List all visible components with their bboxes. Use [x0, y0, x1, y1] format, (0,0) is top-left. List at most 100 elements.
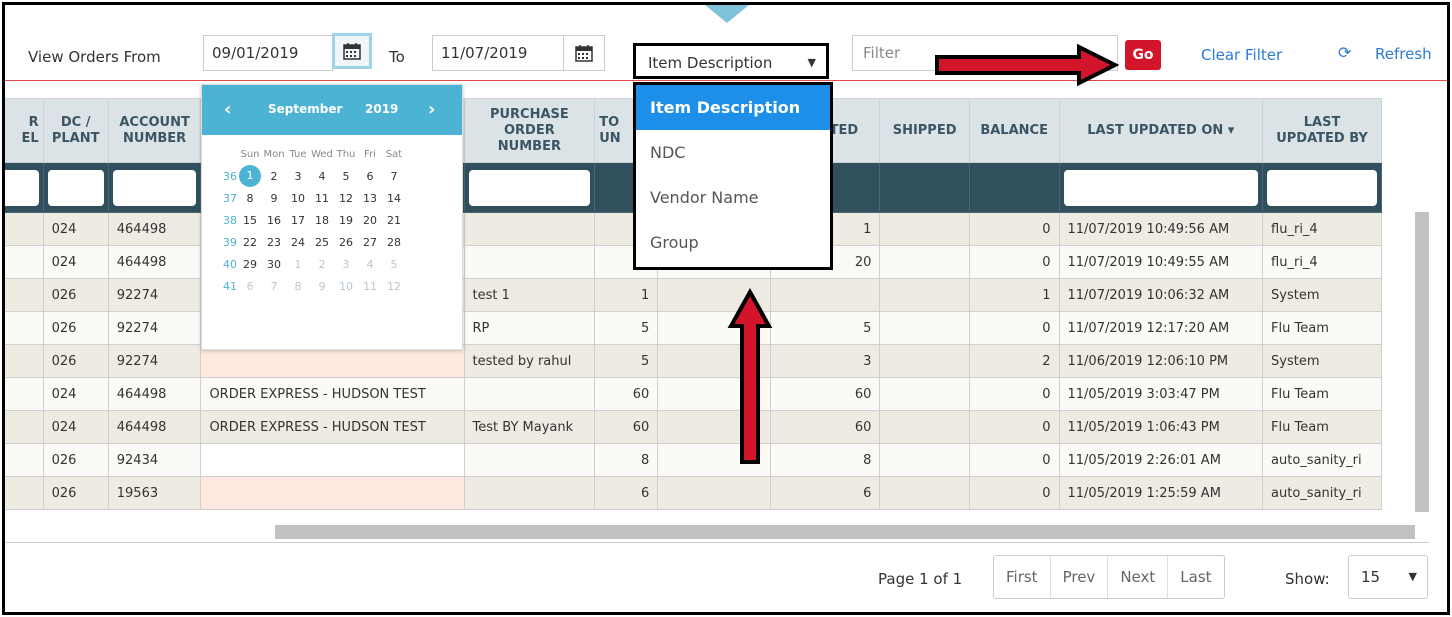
calendar-day[interactable]: 27: [358, 236, 382, 249]
calendar-day[interactable]: 5: [334, 170, 358, 183]
refresh-link[interactable]: Refresh: [1375, 45, 1432, 63]
table-row[interactable]: 026 92434 8 8 0 11/05/2019 2:26:01 AM auto_san…: [5, 443, 1382, 477]
calendar-day[interactable]: 3: [286, 170, 310, 183]
calendar-day[interactable]: 5: [382, 258, 406, 271]
calendar-day[interactable]: 11: [310, 192, 334, 205]
calendar-day[interactable]: 4: [310, 170, 334, 183]
date-picker-year[interactable]: 2019: [365, 102, 398, 116]
calendar-day[interactable]: 9: [310, 280, 334, 293]
cell-balance: 0: [968, 443, 1060, 477]
last-page-button[interactable]: Last: [1167, 556, 1223, 598]
calendar-day[interactable]: 12: [382, 280, 406, 293]
dropdown-option[interactable]: NDC: [636, 130, 830, 175]
go-button[interactable]: Go: [1125, 40, 1161, 70]
cell-shipped: [879, 212, 970, 246]
cell-allocated: [769, 278, 881, 312]
calendar-day[interactable]: 9: [262, 192, 286, 205]
calendar-day[interactable]: 1: [286, 258, 310, 271]
cell-rel: [5, 476, 44, 510]
calendar-day[interactable]: 6: [238, 280, 262, 293]
from-date-input[interactable]: 09/01/2019: [203, 35, 333, 71]
calendar-day[interactable]: 20: [358, 214, 382, 227]
dropdown-option[interactable]: Item Description: [636, 85, 830, 130]
to-calendar-button[interactable]: [563, 35, 605, 71]
column-filter-input[interactable]: [1063, 169, 1259, 206]
from-calendar-button[interactable]: [332, 33, 372, 69]
column-filter-input[interactable]: [1267, 169, 1377, 206]
cell-rel: [5, 443, 44, 477]
calendar-day[interactable]: 3: [334, 258, 358, 271]
calendar-day[interactable]: 30: [262, 258, 286, 271]
calendar-day[interactable]: 1: [239, 165, 261, 187]
calendar-day[interactable]: 13: [358, 192, 382, 205]
col-header-shipped[interactable]: SHIPPED: [879, 98, 970, 163]
calendar-day[interactable]: 12: [334, 192, 358, 205]
calendar-day[interactable]: 2: [262, 170, 286, 183]
search-by-select[interactable]: Item Description ▼: [633, 43, 829, 79]
col-header-balance[interactable]: BALANCE: [968, 98, 1060, 163]
calendar-day[interactable]: 16: [262, 214, 286, 227]
column-filter-input[interactable]: [468, 169, 591, 206]
calendar-day[interactable]: 21: [382, 214, 406, 227]
calendar-day[interactable]: 2: [310, 258, 334, 271]
vertical-scrollbar[interactable]: [1415, 212, 1429, 512]
calendar-day[interactable]: 10: [334, 280, 358, 293]
calendar-day[interactable]: 24: [286, 236, 310, 249]
pagination-controls: First Prev Next Last: [993, 555, 1225, 599]
to-date-input[interactable]: 11/07/2019: [432, 35, 564, 71]
calendar-day[interactable]: 29: [238, 258, 262, 271]
week-number: 40: [223, 257, 237, 271]
calendar-day[interactable]: 8: [238, 192, 262, 205]
calendar-day[interactable]: 23: [262, 236, 286, 249]
calendar-day[interactable]: 10: [286, 192, 310, 205]
calendar-day[interactable]: 4: [358, 258, 382, 271]
calendar-day[interactable]: 25: [310, 236, 334, 249]
clear-filter-link[interactable]: Clear Filter: [1201, 46, 1282, 64]
cell-last-updated-by: System: [1262, 344, 1382, 378]
cell-dc-plant: 026: [42, 344, 109, 378]
table-row[interactable]: 024 464498 ORDER EXPRESS - HUDSON TEST 60 60…: [5, 377, 1382, 411]
col-header-account-number[interactable]: ACCOUNT NUMBER: [107, 98, 202, 163]
page-size-select[interactable]: 15 ▼: [1348, 555, 1428, 599]
calendar-day[interactable]: 18: [310, 214, 334, 227]
week-number: 39: [223, 235, 237, 249]
calendar-day[interactable]: 7: [262, 280, 286, 293]
col-header-dc-plant[interactable]: DC / PLANT: [42, 98, 109, 163]
horizontal-scrollbar[interactable]: [275, 525, 1415, 539]
calendar-day[interactable]: 14: [382, 192, 406, 205]
table-row[interactable]: 024 464498 ORDER EXPRESS - HUDSON TEST Test…: [5, 410, 1382, 444]
cell-account-number: 464498: [107, 377, 202, 411]
next-page-button[interactable]: Next: [1107, 556, 1167, 598]
col-header-last-updated-on[interactable]: LAST UPDATED ON ▾: [1058, 98, 1264, 163]
column-filter-input[interactable]: [5, 169, 39, 206]
next-month-icon[interactable]: ›: [428, 99, 435, 120]
dropdown-option[interactable]: Group: [636, 220, 830, 265]
calendar-day[interactable]: 22: [238, 236, 262, 249]
calendar-day[interactable]: 6: [358, 170, 382, 183]
calendar-day[interactable]: 11: [358, 280, 382, 293]
refresh-icon[interactable]: ⟳: [1338, 43, 1351, 62]
date-picker-month[interactable]: September: [268, 102, 342, 116]
column-filter-input[interactable]: [112, 169, 197, 206]
calendar-day[interactable]: 17: [286, 214, 310, 227]
dropdown-option[interactable]: Vendor Name: [636, 175, 830, 220]
column-filter-input[interactable]: [47, 169, 104, 206]
weekday-label: Mon: [263, 148, 285, 160]
prev-page-button[interactable]: Prev: [1049, 556, 1108, 598]
calendar-day[interactable]: 15: [238, 214, 262, 227]
cell-shipped: [879, 377, 970, 411]
first-page-button[interactable]: First: [994, 556, 1050, 598]
calendar-day[interactable]: 8: [286, 280, 310, 293]
week-number: 41: [223, 279, 237, 293]
calendar-day[interactable]: 7: [382, 170, 406, 183]
weekday-row: Sun Mon Tue Wed Thu Fri Sat: [222, 143, 406, 165]
col-header-last-updated-by[interactable]: LAST UPDATED BY: [1262, 98, 1382, 163]
cell-total-units: 1: [594, 278, 659, 312]
calendar-day[interactable]: 28: [382, 236, 406, 249]
col-header-rel[interactable]: R EL: [5, 98, 44, 163]
prev-month-icon[interactable]: ‹: [224, 99, 231, 120]
table-row[interactable]: 026 19563 6 6 0 11/05/2019 1:25:59 AM auto_san…: [5, 476, 1382, 510]
calendar-day[interactable]: 19: [334, 214, 358, 227]
calendar-day[interactable]: 26: [334, 236, 358, 249]
col-header-po-number[interactable]: PURCHASE ORDER NUMBER: [463, 98, 596, 163]
